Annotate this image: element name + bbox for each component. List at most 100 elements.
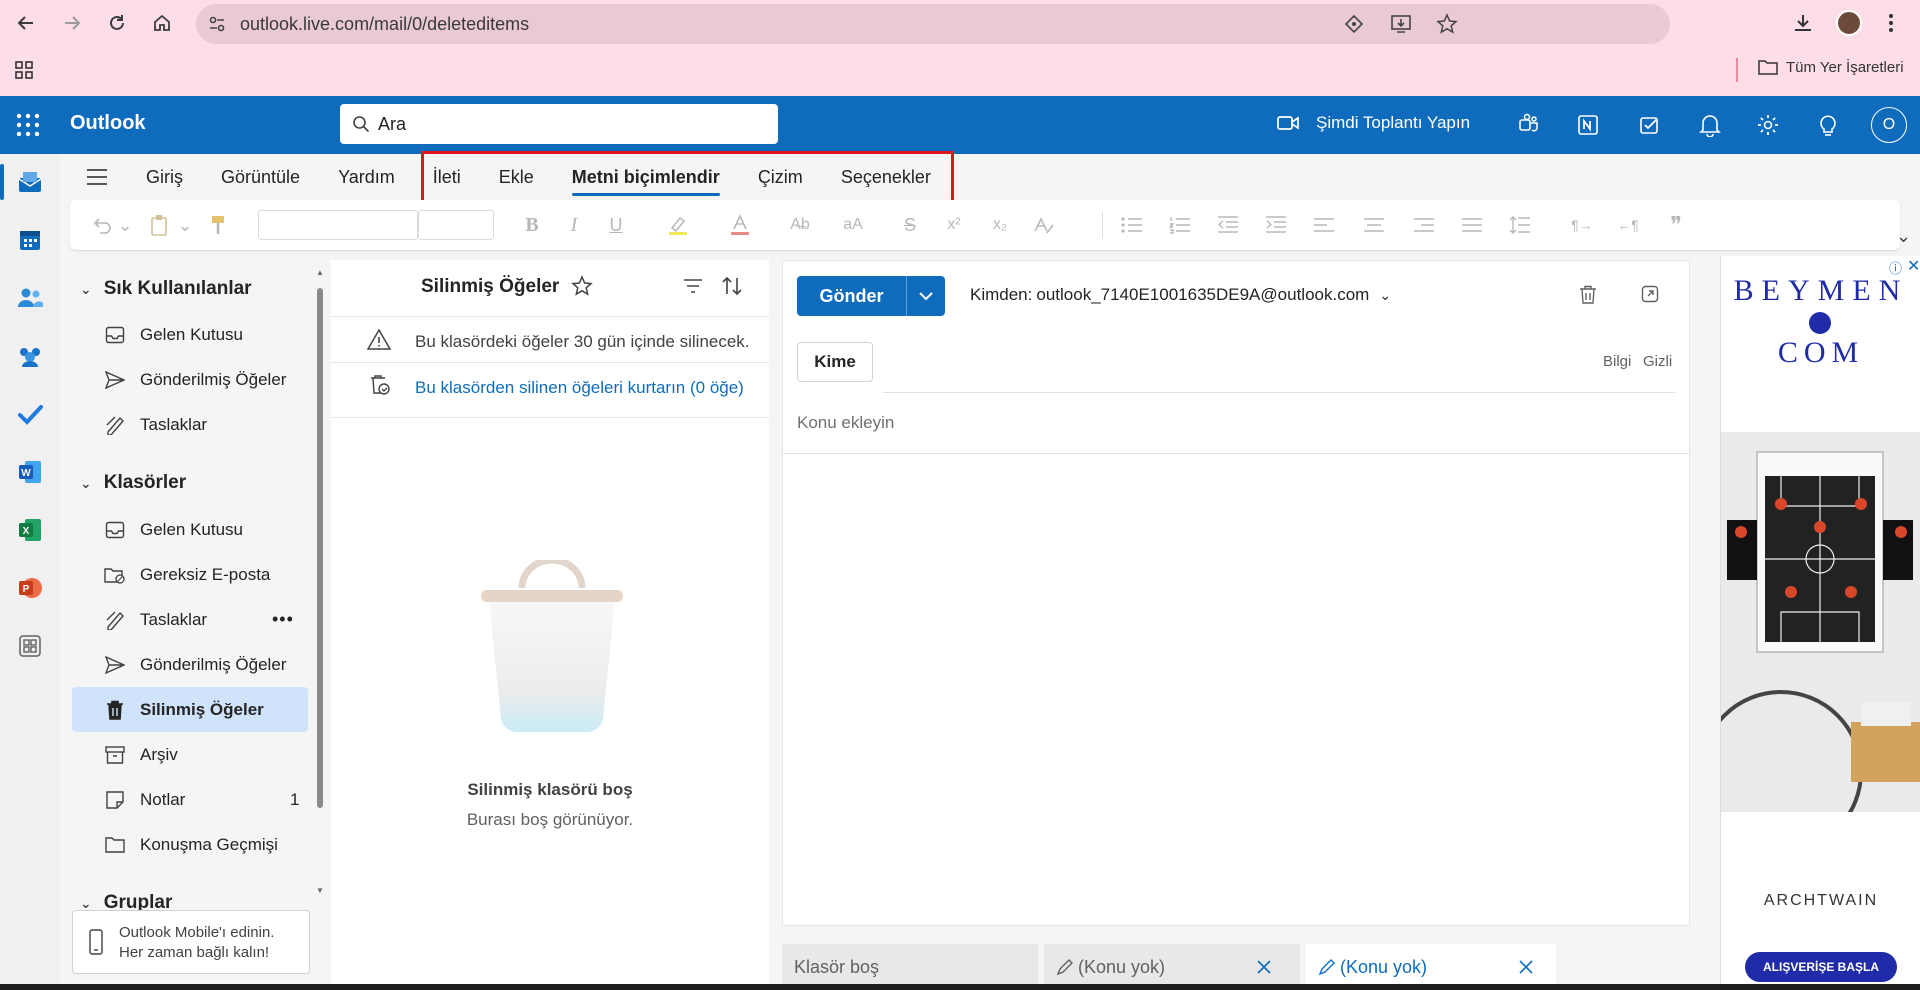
folder-conversation-history[interactable]: Konuşma Geçmişi xyxy=(72,822,308,867)
home-icon[interactable] xyxy=(144,5,180,41)
underline-icon[interactable]: U xyxy=(604,213,628,237)
align-right-icon[interactable] xyxy=(1412,213,1436,237)
scroll-down-icon[interactable]: ▼ xyxy=(316,886,324,895)
close-icon[interactable] xyxy=(1518,959,1534,975)
search-box[interactable]: Ara xyxy=(340,104,778,144)
send-options-chevron-icon[interactable] xyxy=(907,276,945,316)
folder-archive[interactable]: Arşiv xyxy=(72,732,308,777)
search-placeholder[interactable]: Ara xyxy=(378,114,406,135)
favorite-drafts[interactable]: Taslaklar xyxy=(72,402,308,447)
powerpoint-icon[interactable]: P xyxy=(14,572,46,604)
increase-indent-icon[interactable] xyxy=(1264,213,1288,237)
filter-icon[interactable] xyxy=(683,278,703,294)
folders-header[interactable]: ⌄ Klasörler xyxy=(80,472,186,494)
browser-menu-icon[interactable] xyxy=(1888,12,1894,34)
undo-icon[interactable] xyxy=(90,213,114,237)
profile-avatar[interactable] xyxy=(1836,10,1862,36)
app-name[interactable]: Outlook xyxy=(70,112,146,135)
site-settings-icon[interactable] xyxy=(202,9,232,39)
paste-dropdown-icon[interactable]: ⌄ xyxy=(177,213,192,237)
undo-dropdown-icon[interactable]: ⌄ xyxy=(117,213,132,237)
favorite-sent[interactable]: Gönderilmiş Öğeler xyxy=(72,357,308,402)
format-painter-icon[interactable] xyxy=(206,213,230,237)
italic-icon[interactable]: I xyxy=(562,213,586,237)
close-icon[interactable] xyxy=(1256,959,1272,975)
decrease-indent-icon[interactable] xyxy=(1216,213,1240,237)
reload-icon[interactable] xyxy=(99,5,135,41)
word-icon[interactable]: W xyxy=(14,456,46,488)
quote-icon[interactable]: ❞ xyxy=(1664,212,1688,237)
bcc-button[interactable]: Gizli xyxy=(1643,353,1672,370)
tab-home[interactable]: Giriş xyxy=(146,154,183,200)
ad-banner[interactable]: ⓘ ✕ BEYMEN COM ARCHTWAIN ALIŞVERİŞE BAŞL… xyxy=(1720,256,1920,990)
styles-icon[interactable] xyxy=(1032,213,1056,237)
cc-button[interactable]: Bilgi xyxy=(1603,353,1631,370)
message-body[interactable] xyxy=(783,454,1689,924)
font-color-icon[interactable] xyxy=(728,213,752,237)
font-size-select[interactable] xyxy=(418,210,494,240)
folder-drafts[interactable]: Taslaklar ••• xyxy=(72,597,308,642)
calendar-icon[interactable] xyxy=(14,224,46,256)
change-case-icon[interactable]: aA xyxy=(838,213,868,237)
strikethrough-icon[interactable]: S xyxy=(898,213,922,237)
bell-icon[interactable] xyxy=(1694,109,1726,141)
align-center-icon[interactable] xyxy=(1362,213,1386,237)
meet-now-button[interactable]: Şimdi Toplantı Yapın xyxy=(1276,113,1470,133)
tab-view[interactable]: Görüntüle xyxy=(221,154,300,200)
favorite-star-icon[interactable] xyxy=(571,275,593,297)
tab-help[interactable]: Yardım xyxy=(338,154,395,200)
ltr-icon[interactable]: ¶→ xyxy=(1570,213,1594,237)
back-icon[interactable] xyxy=(8,5,44,41)
bold-icon[interactable]: B xyxy=(520,213,544,237)
my-day-icon[interactable] xyxy=(1634,109,1666,141)
onenote-icon[interactable] xyxy=(1572,109,1604,141)
apps-grid-icon[interactable] xyxy=(14,60,34,80)
forward-icon[interactable] xyxy=(54,5,90,41)
pop-out-icon[interactable] xyxy=(1641,285,1659,303)
superscript-icon[interactable]: x² xyxy=(942,213,966,237)
lightbulb-icon[interactable] xyxy=(1812,109,1844,141)
scroll-up-icon[interactable]: ▲ xyxy=(316,268,324,277)
address-bar[interactable]: outlook.live.com/mail/0/deleteditems xyxy=(196,4,1670,44)
install-app-icon[interactable] xyxy=(1390,14,1412,34)
favorite-inbox[interactable]: Gelen Kutusu xyxy=(72,312,308,357)
extension-icon[interactable] xyxy=(1344,14,1364,34)
more-options-icon[interactable]: ••• xyxy=(272,609,294,630)
ad-cta-button[interactable]: ALIŞVERİŞE BAŞLA xyxy=(1745,952,1897,982)
url-text[interactable]: outlook.live.com/mail/0/deleteditems xyxy=(240,14,529,35)
to-input[interactable] xyxy=(883,342,1523,382)
send-button[interactable]: Gönder xyxy=(797,276,907,316)
download-icon[interactable] xyxy=(1792,12,1814,34)
get-mobile-app-banner[interactable]: Outlook Mobile'ı edinin. Her zaman bağlı… xyxy=(72,910,310,974)
account-avatar[interactable]: O xyxy=(1871,107,1907,143)
hamburger-menu-icon[interactable] xyxy=(86,162,116,192)
folder-deleted-selected[interactable]: Silinmiş Öğeler xyxy=(72,687,308,732)
numbering-icon[interactable] xyxy=(1168,213,1192,237)
scroll-thumb[interactable] xyxy=(317,288,323,808)
line-spacing-icon[interactable] xyxy=(1508,213,1532,237)
clear-format-icon[interactable]: A̶b xyxy=(788,213,812,237)
excel-icon[interactable]: X xyxy=(14,514,46,546)
folder-sent[interactable]: Gönderilmiş Öğeler xyxy=(72,642,308,687)
groups-icon[interactable] xyxy=(14,340,46,372)
discard-trash-icon[interactable] xyxy=(1579,285,1597,305)
settings-gear-icon[interactable] xyxy=(1752,109,1784,141)
paste-icon[interactable] xyxy=(148,213,172,237)
folder-inbox[interactable]: Gelen Kutusu xyxy=(72,507,308,552)
favorites-header[interactable]: ⌄ Sık Kullanılanlar xyxy=(80,278,252,300)
more-apps-icon[interactable] xyxy=(14,630,46,662)
highlight-icon[interactable] xyxy=(666,213,690,237)
rtl-icon[interactable]: ←¶ xyxy=(1616,213,1640,237)
from-selector[interactable]: Kimden: outlook_7140E1001635DE9A@outlook… xyxy=(970,285,1391,305)
folder-scrollbar[interactable]: ▲ xyxy=(316,268,324,814)
align-left-icon[interactable] xyxy=(1312,213,1336,237)
mail-icon[interactable] xyxy=(14,166,46,198)
sort-icon[interactable] xyxy=(721,276,743,296)
to-button[interactable]: Kime xyxy=(797,342,873,382)
subscript-icon[interactable]: x₂ xyxy=(988,213,1012,237)
all-bookmarks-button[interactable]: Tüm Yer İşaretleri xyxy=(1758,58,1904,76)
subject-input[interactable]: Konu ekleyin xyxy=(797,413,894,433)
folder-notes[interactable]: Notlar 1 xyxy=(72,777,308,822)
app-launcher-icon[interactable] xyxy=(16,113,40,137)
justify-icon[interactable] xyxy=(1460,213,1484,237)
